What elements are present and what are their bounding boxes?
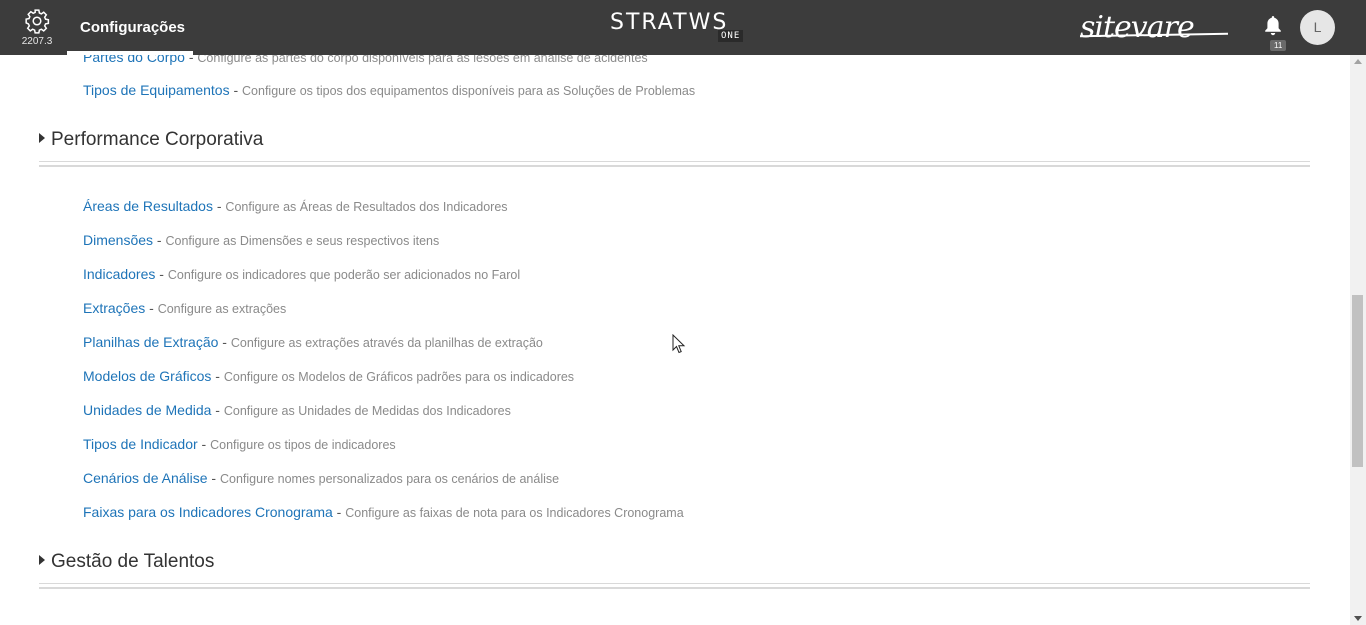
link-separator: - [155,266,168,282]
settings-button[interactable]: 2207.3 [20,8,54,47]
version-label: 2207.3 [21,36,53,47]
section-title: Performance Corporativa [51,129,264,150]
link-separator: - [197,436,211,452]
list-item: Extrações - Configure as extrações [83,300,286,316]
user-avatar[interactable]: L [1300,10,1335,45]
settings-link[interactable]: Partes do Corpo [83,55,185,65]
settings-link[interactable]: Dimensões [83,232,153,248]
link-separator: - [211,402,224,418]
settings-link[interactable]: Faixas para os Indicadores Cronograma [83,504,333,520]
section-header-talentos[interactable]: Gestão de Talentos [39,551,214,573]
settings-link[interactable]: Cenários de Análise [83,470,208,486]
settings-link[interactable]: Indicadores [83,266,155,282]
list-item: Tipos de Indicador - Configure os tipos … [83,436,396,452]
notification-count-badge: 11 [1270,40,1287,51]
section-header-performance[interactable]: Performance Corporativa [39,129,263,151]
link-description: Configure as Dimensões e seus respectivo… [165,234,440,248]
settings-link[interactable]: Modelos de Gráficos [83,368,211,384]
settings-link[interactable]: Tipos de Indicador [83,436,198,452]
link-separator: - [332,504,346,520]
scrollbar-thumb[interactable] [1352,295,1363,467]
brand-logo[interactable]: STRATWS ONE [610,10,744,44]
settings-link[interactable]: Tipos de Equipamentos [83,82,230,98]
link-description: Configure as partes do corpo disponíveis… [197,55,648,65]
link-description: Configure as extrações [157,302,287,316]
scroll-up-arrow-icon[interactable] [1354,59,1362,64]
list-item: Áreas de Resultados - Configure as Áreas… [83,198,508,214]
link-separator: - [207,470,220,486]
list-item: Cenários de Análise - Configure nomes pe… [83,470,559,486]
link-separator: - [153,232,166,248]
notifications-button[interactable] [1264,16,1282,41]
bell-icon [1265,16,1281,36]
link-separator: - [212,198,226,214]
list-item: Planilhas de Extração - Configure as ext… [83,334,543,350]
top-bar: 2207.3 Configurações STRATWS ONE sitevar… [0,0,1366,55]
settings-link[interactable]: Unidades de Medida [83,402,211,418]
caret-right-icon [39,555,45,565]
brand-suffix: ONE [718,30,744,42]
list-item: Indicadores - Configure os indicadores q… [83,266,520,282]
link-description: Configure os tipos dos equipamentos disp… [242,84,696,98]
list-item: Dimensões - Configure as Dimensões e seu… [83,232,439,248]
link-description: Configure os indicadores que poderão ser… [167,268,521,282]
section-title: Gestão de Talentos [51,551,215,572]
link-description: Configure os tipos de indicadores [210,438,396,452]
link-description: Configure as Unidades de Medidas dos Ind… [223,404,511,418]
list-item: Modelos de Gráficos - Configure os Model… [83,368,574,384]
link-description: Configure as extrações através da planil… [230,336,543,350]
link-description: Configure nomes personalizados para os c… [219,472,560,486]
link-separator: - [184,55,198,65]
section-divider [39,583,1310,589]
vertical-scrollbar[interactable] [1350,55,1366,625]
partner-logo: sitevare [1080,10,1195,45]
caret-right-icon [39,133,45,143]
gear-icon [25,9,50,34]
brand-name: STRATWS [610,10,729,35]
scroll-down-arrow-icon[interactable] [1354,616,1362,621]
link-separator: - [229,82,243,98]
link-description: Configure as faixas de nota para os Indi… [345,506,684,520]
page-title[interactable]: Configurações [80,19,185,36]
settings-link[interactable]: Áreas de Resultados [83,198,213,214]
list-item: Faixas para os Indicadores Cronograma - … [83,504,684,520]
link-separator: - [218,334,231,350]
list-item: Unidades de Medida - Configure as Unidad… [83,402,511,418]
link-description: Configure as Áreas de Resultados dos Ind… [225,200,508,214]
mouse-cursor-icon [672,334,686,354]
list-item: Partes do Corpo - Configure as partes do… [83,55,648,65]
settings-link[interactable]: Extrações [83,300,145,316]
section-divider [39,161,1310,167]
list-item: Tipos de Equipamentos - Configure os tip… [83,82,695,98]
link-description: Configure os Modelos de Gráficos padrões… [223,370,575,384]
settings-link[interactable]: Planilhas de Extração [83,334,218,350]
link-separator: - [145,300,158,316]
link-separator: - [211,368,224,384]
